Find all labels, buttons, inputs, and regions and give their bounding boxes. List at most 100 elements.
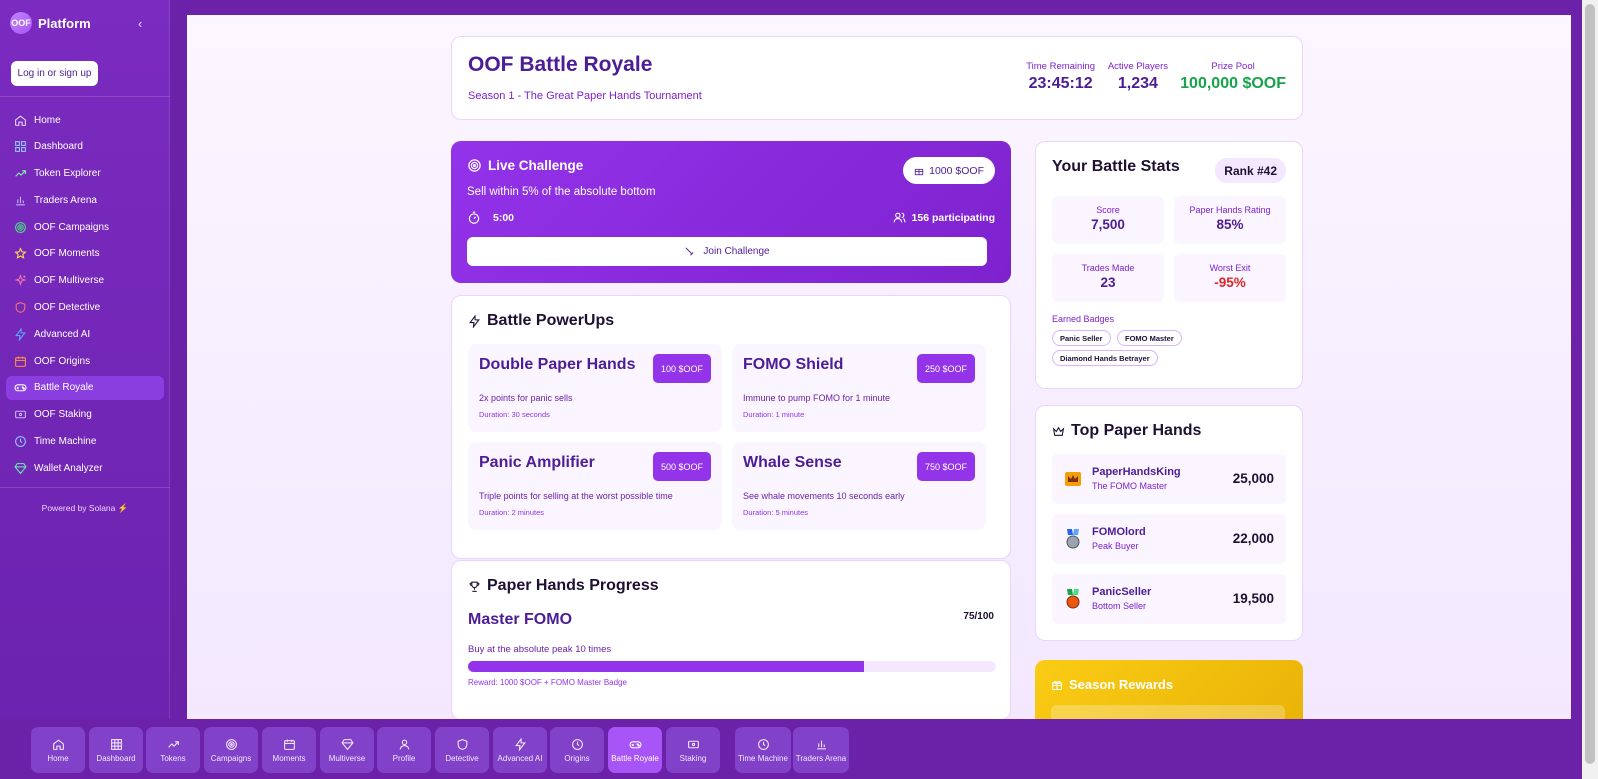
bottom-nav-dashboard[interactable]: Dashboard bbox=[89, 727, 143, 773]
powerup-buy-button[interactable]: 750 $OOF bbox=[916, 452, 975, 481]
powerup-buy-button[interactable]: 500 $OOF bbox=[652, 452, 711, 481]
bottom-nav-label: Home bbox=[47, 753, 69, 763]
sidebar-item-label: OOF Origins bbox=[34, 355, 91, 367]
sidebar-item-wallet-analyzer[interactable]: Wallet Analyzer bbox=[6, 456, 164, 480]
sidebar-item-detective[interactable]: OOF Detective bbox=[6, 296, 164, 320]
stat-box-score: Score 7,500 bbox=[1052, 196, 1164, 244]
gem-icon bbox=[14, 462, 27, 475]
leaderboard-row[interactable]: FOMOlord Peak Buyer 22,000 bbox=[1052, 514, 1286, 564]
powerup-card[interactable]: FOMO Shield 250 $OOF Immune to pump FOMO… bbox=[732, 344, 986, 432]
gift-icon bbox=[914, 168, 924, 175]
bottom-nav-detective[interactable]: Detective bbox=[435, 727, 489, 773]
zap-icon bbox=[15, 327, 26, 341]
bottom-nav-traders-arena[interactable]: Traders Arena bbox=[793, 727, 849, 773]
bottom-nav-multiverse[interactable]: Multiverse bbox=[320, 727, 374, 773]
sidebar-item-time-machine[interactable]: Time Machine bbox=[6, 430, 164, 454]
bottom-nav-profile[interactable]: Profile bbox=[377, 727, 431, 773]
target-icon bbox=[15, 221, 26, 233]
sidebar-item-label: Traders Arena bbox=[34, 194, 97, 206]
powerup-duration: Duration: 30 seconds bbox=[479, 410, 550, 419]
sidebar-item-label: Token Explorer bbox=[34, 168, 101, 180]
powerup-duration: Duration: 5 minutes bbox=[743, 508, 809, 517]
scrollbar-thumb[interactable] bbox=[1585, 4, 1595, 764]
bottom-nav-label: Advanced AI bbox=[497, 753, 543, 763]
sidebar-item-label: OOF Multiverse bbox=[34, 275, 105, 287]
chevron-left-icon[interactable]: ‹ bbox=[138, 16, 142, 31]
player-score: 25,000 bbox=[1232, 471, 1274, 486]
bottom-nav-label: Detective bbox=[445, 753, 479, 763]
player-name: PanicSeller bbox=[1092, 586, 1152, 598]
paper-hands-progress-card: Paper Hands Progress Master FOMO 75/100 … bbox=[451, 560, 1011, 720]
sidebar-item-battle-royale[interactable]: Battle Royale bbox=[6, 375, 164, 400]
sidebar-item-moments[interactable]: OOF Moments bbox=[6, 242, 164, 266]
earned-badge: Panic Seller bbox=[1052, 330, 1111, 346]
join-challenge-button[interactable]: Join Challenge bbox=[467, 237, 987, 266]
calendar-icon bbox=[283, 739, 295, 750]
sidebar-item-label: Home bbox=[34, 114, 61, 126]
battle-header: OOF Battle Royale Season 1 - The Great P… bbox=[451, 36, 1303, 120]
clock-icon bbox=[15, 436, 26, 447]
stat-label: Prize Pool bbox=[1211, 61, 1255, 72]
bottom-nav-moments[interactable]: Moments bbox=[262, 727, 316, 773]
powerup-buy-button[interactable]: 100 $OOF bbox=[652, 354, 711, 383]
stat-value: 7,500 bbox=[1091, 217, 1125, 232]
live-challenge-card: Live Challenge Sell within 5% of the abs… bbox=[451, 141, 1011, 283]
progress-title-text: Paper Hands Progress bbox=[487, 577, 659, 594]
bottom-nav-home[interactable]: Home bbox=[31, 727, 85, 773]
divider bbox=[0, 487, 170, 488]
sidebar-item-staking[interactable]: OOF Staking bbox=[6, 403, 164, 427]
sidebar-item-multiverse[interactable]: OOF Multiverse bbox=[6, 269, 164, 293]
progress-title: Paper Hands Progress bbox=[468, 577, 659, 595]
bottom-nav-label: Profile bbox=[392, 753, 416, 763]
bottom-nav-tokens[interactable]: Tokens bbox=[146, 727, 200, 773]
season-rewards-title: Season Rewards bbox=[1051, 677, 1173, 692]
page-scrollbar[interactable] bbox=[1582, 0, 1598, 779]
powerup-buy-button[interactable]: 250 $OOF bbox=[916, 354, 975, 383]
sidebar-item-advanced-ai[interactable]: Advanced AI bbox=[6, 322, 164, 346]
powerup-description: Immune to pump FOMO for 1 minute bbox=[743, 393, 891, 403]
bottom-nav-label: Battle Royale bbox=[611, 753, 659, 763]
bottom-nav-campaigns[interactable]: Campaigns bbox=[204, 727, 258, 773]
sidebar-item-label: Battle Royale bbox=[34, 382, 94, 394]
trending-icon bbox=[15, 170, 26, 177]
bar-chart-icon bbox=[816, 740, 826, 749]
powerup-card[interactable]: Double Paper Hands 100 $OOF 2x points fo… bbox=[468, 344, 722, 432]
bronze-medal-icon bbox=[1066, 589, 1080, 609]
player-score: 19,500 bbox=[1232, 591, 1274, 606]
powerup-description: Triple points for selling at the worst p… bbox=[479, 491, 673, 501]
powerup-card[interactable]: Panic Amplifier 500 $OOF Triple points f… bbox=[468, 442, 722, 530]
powerup-card[interactable]: Whale Sense 750 $OOF See whale movements… bbox=[732, 442, 986, 530]
milestone-count: 75/100 bbox=[963, 611, 994, 622]
sidebar-item-origins[interactable]: OOF Origins bbox=[6, 349, 164, 373]
bottom-nav-battle-royale[interactable]: Battle Royale bbox=[608, 727, 662, 773]
milestone-reward: Reward: 1000 $OOF + FOMO Master Badge bbox=[468, 678, 627, 687]
bottom-nav-time-machine[interactable]: Time Machine bbox=[735, 727, 791, 773]
challenge-prize-badge: 1000 $OOF bbox=[903, 157, 995, 184]
bottom-nav-origins[interactable]: Origins bbox=[550, 727, 604, 773]
battle-stats-title: Your Battle Stats bbox=[1052, 158, 1180, 175]
zap-icon bbox=[514, 737, 526, 751]
sparkles-icon bbox=[14, 274, 27, 287]
top-paper-hands-title-text: Top Paper Hands bbox=[1071, 422, 1202, 439]
leaderboard-row[interactable]: PanicSeller Bottom Seller 19,500 bbox=[1052, 574, 1286, 624]
prize-pool-stat: Prize Pool 100,000 $OOF bbox=[1180, 61, 1286, 93]
bottom-nav-staking[interactable]: Staking bbox=[666, 727, 720, 773]
leaderboard-row[interactable]: PaperHandsKing The FOMO Master 25,000 bbox=[1052, 454, 1286, 504]
star-icon bbox=[14, 247, 27, 260]
trophy-icon bbox=[469, 581, 480, 592]
sidebar-item-home[interactable]: Home bbox=[6, 108, 164, 132]
sidebar-item-dashboard[interactable]: Dashboard bbox=[6, 135, 164, 159]
gift-icon bbox=[1052, 680, 1062, 690]
participant-count: 156 participating bbox=[893, 211, 995, 224]
silver-medal-icon bbox=[1066, 529, 1080, 549]
sidebar-item-token-explorer[interactable]: Token Explorer bbox=[6, 162, 164, 186]
bottom-nav-advanced-ai[interactable]: Advanced AI bbox=[493, 727, 547, 773]
powerup-name: FOMO Shield bbox=[743, 356, 844, 373]
login-button[interactable]: Log in or sign up bbox=[11, 61, 98, 86]
sidebar-item-label: Time Machine bbox=[34, 436, 97, 448]
page-subtitle: Season 1 - The Great Paper Hands Tournam… bbox=[468, 90, 702, 102]
brand[interactable]: OOF Platform bbox=[10, 12, 91, 34]
sidebar-item-campaigns[interactable]: OOF Campaigns bbox=[6, 215, 164, 239]
stat-box-trades: Trades Made 23 bbox=[1052, 254, 1164, 302]
sidebar-item-traders-arena[interactable]: Traders Arena bbox=[6, 188, 164, 212]
